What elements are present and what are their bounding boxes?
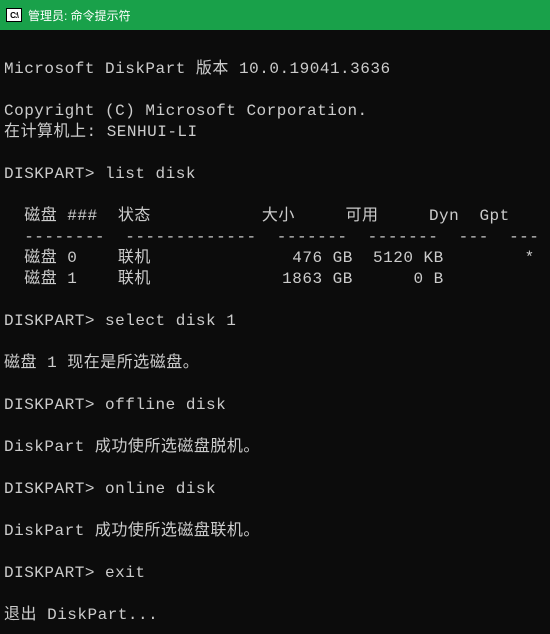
terminal-line: 磁盘 1 联机 1863 GB 0 B [4, 270, 444, 288]
terminal-line: -------- ------------- ------- ------- -… [4, 228, 539, 246]
window-titlebar[interactable]: C:\ 管理员: 命令提示符 [0, 0, 550, 30]
terminal-line: DISKPART> offline disk [4, 396, 226, 414]
terminal-line: DISKPART> online disk [4, 480, 216, 498]
terminal-line: 磁盘 0 联机 476 GB 5120 KB * [4, 249, 535, 267]
cmd-icon: C:\ [6, 8, 22, 22]
terminal-line: DISKPART> list disk [4, 165, 196, 183]
terminal-line: DISKPART> exit [4, 564, 145, 582]
terminal-line: Microsoft DiskPart 版本 10.0.19041.3636 [4, 60, 391, 78]
terminal-line: Copyright (C) Microsoft Corporation. [4, 102, 368, 120]
terminal-line: 退出 DiskPart... [4, 606, 158, 624]
terminal-line: DISKPART> select disk 1 [4, 312, 236, 330]
terminal-line: 磁盘 ### 状态 大小 可用 Dyn Gpt [4, 207, 510, 225]
window-title: 管理员: 命令提示符 [28, 7, 131, 24]
terminal-line: 在计算机上: SENHUI-LI [4, 123, 198, 141]
terminal-line: 磁盘 1 现在是所选磁盘。 [4, 354, 199, 372]
terminal-line: DiskPart 成功使所选磁盘脱机。 [4, 438, 260, 456]
terminal-output[interactable]: Microsoft DiskPart 版本 10.0.19041.3636 Co… [0, 30, 550, 634]
terminal-line: DiskPart 成功使所选磁盘联机。 [4, 522, 260, 540]
